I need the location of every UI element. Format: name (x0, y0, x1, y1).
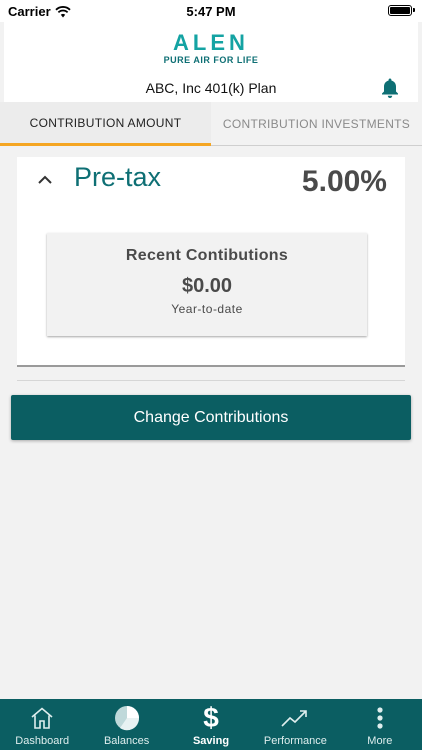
status-time: 5:47 PM (186, 4, 236, 19)
nav-item-dashboard[interactable]: Dashboard (0, 699, 84, 750)
app-header: ALEN PURE AIR FOR LIFE ABC, Inc 401(k) P… (4, 22, 418, 102)
contribution-percent: 5.00% (301, 165, 387, 198)
nav-item-performance[interactable]: Performance (253, 699, 337, 750)
recent-contributions-period: Year-to-date (171, 302, 243, 316)
contribution-type-title[interactable]: Pre-tax (74, 162, 161, 193)
nav-label-more: More (367, 735, 393, 747)
battery-icon (388, 5, 415, 16)
more-vertical-icon (377, 707, 383, 729)
chevron-up-icon[interactable] (37, 173, 53, 185)
trend-up-icon (281, 710, 308, 727)
contribution-tabs: CONTRIBUTION AMOUNT CONTRIBUTION INVESTM… (0, 102, 422, 146)
nav-item-balances[interactable]: Balances (84, 699, 168, 750)
bottom-navigation: Dashboard Balances $ Saving Performance (0, 699, 422, 750)
recent-contributions-amount: $0.00 (181, 275, 233, 297)
status-bar: Carrier 5:47 PM (0, 0, 422, 22)
brand-logo: ALEN PURE AIR FOR LIFE (4, 30, 418, 66)
home-icon (31, 707, 53, 729)
change-contributions-button[interactable]: Change Contributions (11, 395, 411, 440)
brand-name: ALEN (173, 30, 249, 55)
nav-label-saving: Saving (192, 735, 230, 747)
recent-contributions-title: Recent Contibutions (125, 247, 289, 264)
pretax-contribution-card: Pre-tax 5.00% Recent Contibutions $0.00 … (17, 157, 405, 367)
plan-name: ABC, Inc 401(k) Plan (145, 80, 277, 96)
nav-label-balances: Balances (103, 735, 150, 747)
nav-label-performance: Performance (263, 735, 327, 747)
recent-contributions-panel: Recent Contibutions $0.00 Year-to-date (47, 233, 367, 336)
nav-item-saving[interactable]: $ Saving (169, 699, 253, 750)
section-divider (17, 380, 405, 381)
tab-contribution-investments[interactable]: CONTRIBUTION INVESTMENTS (211, 102, 422, 146)
brand-tagline: PURE AIR FOR LIFE (163, 55, 259, 65)
nav-label-dashboard: Dashboard (15, 735, 70, 747)
nav-item-more[interactable]: More (338, 699, 422, 750)
bell-icon[interactable] (380, 77, 400, 99)
tab-contribution-amount[interactable]: CONTRIBUTION AMOUNT (0, 102, 211, 146)
pie-chart-icon (114, 706, 139, 731)
dollar-icon: $ (203, 702, 219, 733)
